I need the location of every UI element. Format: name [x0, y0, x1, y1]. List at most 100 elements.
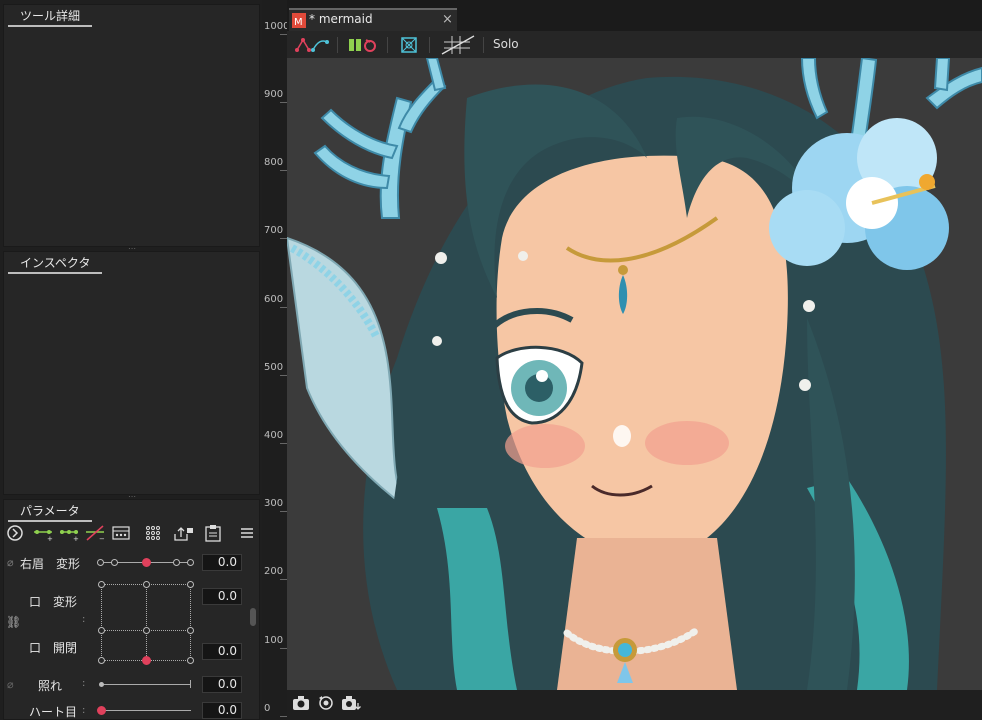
param-slider-handle[interactable] — [99, 682, 104, 687]
camera-rotate-icon[interactable] — [317, 694, 335, 712]
keyform-dot — [111, 559, 118, 566]
svg-text:+: + — [73, 535, 79, 542]
mesh-edit-icon[interactable] — [400, 36, 418, 54]
keyform-dot — [173, 559, 180, 566]
inspector-title: インスペクタ — [8, 254, 103, 274]
param-value-field[interactable]: 0.0 — [202, 702, 242, 719]
grid-dots-icon[interactable] — [144, 524, 162, 542]
view-toolbar: Solo — [287, 31, 982, 58]
solo-button[interactable]: Solo — [493, 37, 519, 51]
document-tab-title: * mermaid — [309, 12, 373, 26]
ruler-tick-line — [280, 34, 287, 35]
clipboard-icon[interactable] — [203, 524, 223, 542]
param-value-field[interactable]: 0.0 — [202, 676, 242, 693]
ruler-tick-line — [280, 716, 287, 717]
param-slider-handle[interactable] — [97, 706, 106, 715]
param-colon: : — [82, 705, 86, 716]
camera-icon[interactable] — [292, 695, 310, 711]
keyform-dot — [98, 581, 105, 588]
panel-resize-grip[interactable]: ⋯ — [127, 493, 137, 501]
keyform-dot — [97, 559, 104, 566]
ruler-tick-label: 600 — [264, 294, 284, 305]
keyform-dot — [98, 627, 105, 634]
param-slider-handle[interactable] — [142, 558, 151, 567]
ruler-tick-line — [280, 238, 287, 239]
view-bottom-bar — [287, 690, 982, 720]
vertical-ruler: 1000 900 800 700 600 500 400 300 200 100 0 — [262, 0, 290, 720]
scrollbar-thumb[interactable] — [250, 608, 256, 626]
keyform-dot — [143, 627, 150, 634]
param-slider-track[interactable] — [101, 684, 191, 685]
svg-text:−: − — [99, 535, 105, 542]
grid-line — [101, 584, 102, 660]
ruler-tick-label: 100 — [264, 635, 284, 646]
inspector-panel: インスペクタ — [3, 251, 260, 495]
ruler-tick-line — [280, 170, 287, 171]
ruler-tick-line — [280, 443, 287, 444]
link-icon[interactable]: ⌀ — [7, 556, 14, 569]
keyform-dot — [98, 657, 105, 664]
keyform-dot — [143, 581, 150, 588]
tool-details-panel: ツール詳細 — [3, 4, 260, 247]
model-file-icon: M — [292, 13, 306, 28]
ruler-tick-label: 1000 — [264, 21, 290, 32]
expand-circle-icon[interactable] — [6, 524, 24, 542]
link-icon[interactable]: ⌀ — [7, 678, 14, 691]
mermaid-illustration[interactable] — [287, 58, 982, 690]
add-keyform-3-icon[interactable]: + — [58, 524, 80, 542]
ruler-tick-line — [280, 648, 287, 649]
param-label: 右眉 変形 — [20, 557, 81, 571]
camera-save-icon[interactable] — [341, 695, 361, 711]
keyform-dot — [187, 559, 194, 566]
param-label: 口 変形 — [29, 595, 78, 609]
toolbar-separator — [429, 37, 430, 53]
toolbar-separator — [387, 37, 388, 53]
param-label: 口 開閉 — [29, 641, 78, 655]
add-keyform-icon[interactable]: + — [32, 524, 54, 542]
ruler-tick-label: 400 — [264, 430, 284, 441]
param-slider-track[interactable] — [101, 710, 191, 711]
param-colon: : — [82, 678, 86, 689]
param-2d-handle[interactable] — [142, 656, 151, 665]
delete-keyform-icon[interactable]: − — [84, 524, 106, 542]
parameters-title: パラメータ — [8, 502, 92, 522]
ruler-tick-label: 0 — [264, 703, 271, 714]
ruler-tick-line — [280, 579, 287, 580]
param-label: 照れ — [38, 679, 63, 693]
deformer-path-icon[interactable] — [295, 36, 329, 54]
param-label: ハート目 — [29, 705, 78, 719]
grid-line — [146, 584, 147, 660]
export-lock-icon[interactable] — [172, 524, 194, 542]
param-value-field[interactable]: 0.0 — [202, 643, 242, 660]
ruler-tick-line — [280, 375, 287, 376]
motion-toggle-icon[interactable] — [347, 36, 379, 54]
ruler-tick-label: 800 — [264, 157, 284, 168]
param-value-field[interactable]: 0.0 — [202, 554, 242, 571]
panel-resize-grip[interactable]: ⋯ — [127, 245, 137, 253]
ruler-tick-label: 500 — [264, 362, 284, 373]
toolbar-separator — [483, 37, 484, 53]
ruler-tick-label: 200 — [264, 566, 284, 577]
ruler-tick-line — [280, 307, 287, 308]
grid-line — [190, 584, 191, 660]
menu-icon[interactable] — [238, 524, 256, 542]
slider-end-mark — [190, 680, 191, 688]
ruler-tick-label: 900 — [264, 89, 284, 100]
toolbar-separator — [337, 37, 338, 53]
document-tab[interactable]: M * mermaid × — [289, 8, 457, 31]
ruler-tick-line — [280, 102, 287, 103]
canvas-view[interactable] — [287, 58, 982, 690]
grid-hidden-icon[interactable] — [440, 34, 476, 56]
ruler-tick-label: 300 — [264, 498, 284, 509]
svg-text:+: + — [47, 535, 53, 542]
close-icon[interactable]: × — [442, 12, 453, 27]
ruler-tick-label: 700 — [264, 225, 284, 236]
param-colon: : — [82, 614, 86, 625]
tool-details-title: ツール詳細 — [8, 7, 93, 27]
param-value-field[interactable]: 0.0 — [202, 588, 242, 605]
ruler-tick-line — [280, 511, 287, 512]
document-tab-bar: M * mermaid × — [287, 0, 982, 31]
link-icon[interactable]: ⛓ — [6, 615, 21, 629]
keyform-panel-icon[interactable] — [111, 524, 131, 542]
keyform-dot — [187, 627, 194, 634]
